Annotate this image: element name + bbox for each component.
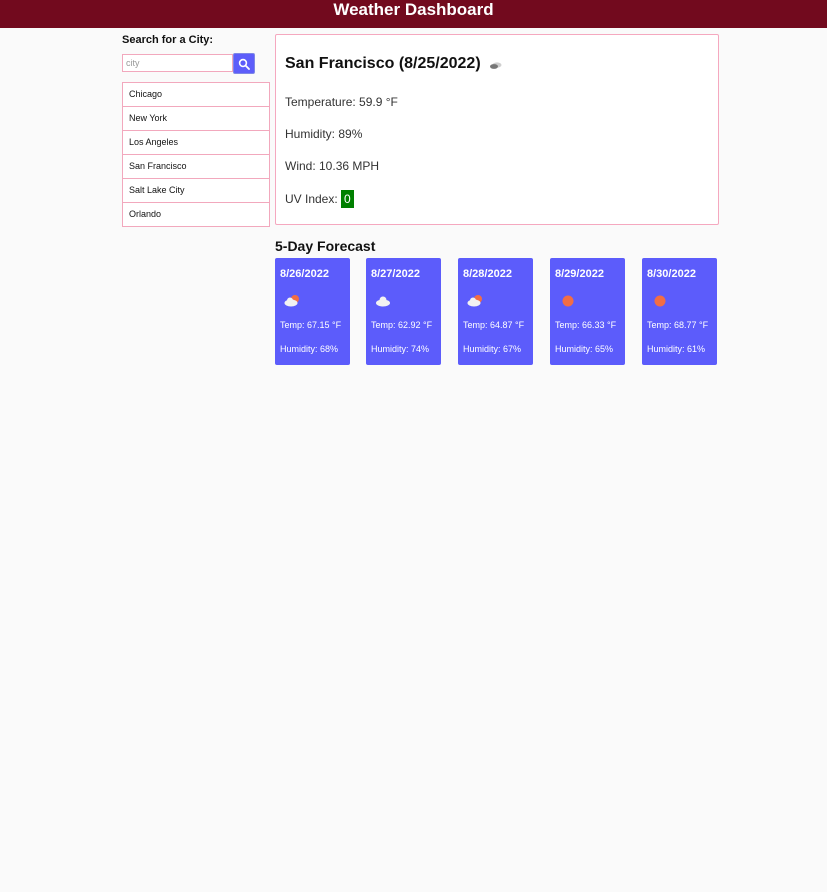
search-row xyxy=(122,53,270,74)
forecast-humidity: Humidity: 65% xyxy=(555,344,614,354)
forecast-humidity: Humidity: 68% xyxy=(280,344,339,354)
city-item-chicago[interactable]: Chicago xyxy=(122,83,270,107)
city-item-new-york[interactable]: New York xyxy=(122,107,270,131)
current-city-title: San Francisco (8/25/2022) xyxy=(285,55,503,73)
forecast-date: 8/26/2022 xyxy=(280,268,329,280)
current-wind: Wind: 10.36 MPH xyxy=(285,159,380,173)
partly-cloudy-icon xyxy=(284,295,299,307)
forecast-card: 8/30/2022 Temp: 68.77 °F Humidity: 61% xyxy=(642,258,717,365)
broken-clouds-icon xyxy=(489,62,502,69)
forecast-card: 8/29/2022 Temp: 66.33 °F Humidity: 65% xyxy=(550,258,625,365)
current-temperature: Temperature: 59.9 °F xyxy=(285,95,398,109)
current-humidity: Humidity: 89% xyxy=(285,127,363,141)
search-label: Search for a City: xyxy=(122,34,214,46)
app-header: Weather Dashboard xyxy=(0,0,827,28)
forecast-temp: Temp: 62.92 °F xyxy=(371,320,433,330)
uv-badge: 0 xyxy=(341,190,354,208)
sun-icon xyxy=(562,295,574,307)
forecast-heading: 5-Day Forecast xyxy=(275,238,376,254)
search-input[interactable] xyxy=(122,54,233,72)
forecast-temp: Temp: 67.15 °F xyxy=(280,320,342,330)
forecast-humidity: Humidity: 67% xyxy=(463,344,522,354)
current-uv: UV Index: 0 xyxy=(285,190,354,208)
forecast-card: 8/27/2022 Temp: 62.92 °F Humidity: 74% xyxy=(366,258,441,365)
forecast-date: 8/27/2022 xyxy=(371,268,420,280)
city-history-list: Chicago New York Los Angeles San Francis… xyxy=(122,82,270,227)
forecast-card: 8/26/2022 Temp: 67.15 °F Humidity: 68% xyxy=(275,258,350,365)
current-weather-card: San Francisco (8/25/2022) Temperature: 5… xyxy=(275,34,719,225)
cloud-icon xyxy=(376,296,390,307)
forecast-humidity: Humidity: 74% xyxy=(371,344,430,354)
forecast-humidity: Humidity: 61% xyxy=(647,344,706,354)
forecast-temp: Temp: 66.33 °F xyxy=(555,320,617,330)
city-item-salt-lake-city[interactable]: Salt Lake City xyxy=(122,179,270,203)
partly-cloudy-icon xyxy=(467,295,482,307)
forecast-date: 8/29/2022 xyxy=(555,268,604,280)
city-item-los-angeles[interactable]: Los Angeles xyxy=(122,131,270,155)
forecast-temp: Temp: 68.77 °F xyxy=(647,320,709,330)
sun-icon xyxy=(654,295,666,307)
page-title: Weather Dashboard xyxy=(333,0,494,19)
current-city-date: San Francisco (8/25/2022) xyxy=(285,55,481,72)
sidebar: Search for a City: Chicago New York Los … xyxy=(122,34,270,227)
uv-label: UV Index: xyxy=(285,192,338,206)
forecast-date: 8/30/2022 xyxy=(647,268,696,280)
city-item-orlando[interactable]: Orlando xyxy=(122,203,270,227)
forecast-date: 8/28/2022 xyxy=(463,268,512,280)
search-button[interactable] xyxy=(233,53,255,74)
forecast-temp: Temp: 64.87 °F xyxy=(463,320,525,330)
forecast-card: 8/28/2022 Temp: 64.87 °F Humidity: 67% xyxy=(458,258,533,365)
search-icon xyxy=(238,58,250,70)
city-item-san-francisco[interactable]: San Francisco xyxy=(122,155,270,179)
